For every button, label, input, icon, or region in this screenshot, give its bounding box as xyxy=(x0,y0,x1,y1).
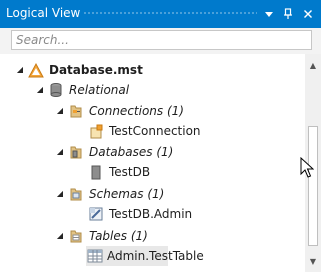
titlebar-grip[interactable] xyxy=(83,11,257,16)
tree-label-testdb: TestDB xyxy=(109,165,151,179)
expanded-icon[interactable]: ◢ xyxy=(54,142,66,162)
tree-label-connections: Connections (1) xyxy=(89,104,184,118)
dropdown-icon[interactable] xyxy=(262,6,276,22)
panel-title: Logical View xyxy=(6,6,81,20)
tree-node-admin-testtable[interactable]: Admin.TestTable xyxy=(86,246,204,266)
expanded-icon[interactable]: ◢ xyxy=(54,101,66,121)
table-icon xyxy=(87,248,103,264)
scroll-up-icon[interactable]: ▲ xyxy=(305,58,321,74)
tree-label-root: Database.mst xyxy=(49,63,143,77)
database-file-icon xyxy=(28,62,44,78)
relational-icon xyxy=(48,82,64,98)
connection-icon xyxy=(88,123,104,139)
expanded-icon[interactable]: ◢ xyxy=(54,184,66,204)
expanded-icon[interactable]: ◢ xyxy=(54,226,66,246)
mouse-pointer-icon xyxy=(300,157,314,178)
logical-tree: ◢ Database.mst ◢ Relational ◢ Connection… xyxy=(0,54,305,272)
expanded-icon[interactable]: ◢ xyxy=(34,80,46,100)
tree-label-schemas: Schemas (1) xyxy=(89,187,165,201)
tree-label-admin-testtable: Admin.TestTable xyxy=(107,249,204,263)
tree-node-databases[interactable]: ◢ Databases (1) xyxy=(54,142,204,162)
connections-folder-icon xyxy=(68,103,84,119)
tree-node-testdb-admin[interactable]: TestDB.Admin xyxy=(74,204,224,224)
search-box xyxy=(11,30,312,50)
tree-node-connections[interactable]: ◢ Connections (1) xyxy=(54,101,204,121)
schemas-folder-icon xyxy=(68,186,84,202)
tree-node-relational[interactable]: ◢ Relational xyxy=(34,80,194,100)
scrollbar-thumb[interactable] xyxy=(308,126,318,246)
tree-label-databases: Databases (1) xyxy=(89,145,174,159)
panel-titlebar: Logical View xyxy=(0,0,321,28)
tree-label-testconnection: TestConnection xyxy=(109,124,201,138)
tree-node-testdb[interactable]: TestDB xyxy=(74,162,224,182)
schema-icon xyxy=(88,206,104,222)
tables-folder-icon xyxy=(68,228,84,244)
close-icon[interactable] xyxy=(301,6,315,22)
tree-node-schemas[interactable]: ◢ Schemas (1) xyxy=(54,184,204,204)
tree-node-root[interactable]: ◢ Database.mst xyxy=(14,60,214,80)
tree-label-testdb-admin: TestDB.Admin xyxy=(109,207,193,221)
search-input[interactable] xyxy=(12,31,311,49)
databases-folder-icon xyxy=(68,144,84,160)
tree-node-tables[interactable]: ◢ Tables (1) xyxy=(54,226,204,246)
expanded-icon[interactable]: ◢ xyxy=(14,60,26,80)
tree-node-testconnection[interactable]: TestConnection xyxy=(74,121,224,141)
tree-label-relational: Relational xyxy=(69,83,130,97)
database-icon xyxy=(88,164,104,180)
scroll-down-icon[interactable]: ▼ xyxy=(305,254,321,270)
pin-icon[interactable] xyxy=(281,6,295,22)
tree-label-tables: Tables (1) xyxy=(89,229,148,243)
search-bar xyxy=(0,28,321,54)
